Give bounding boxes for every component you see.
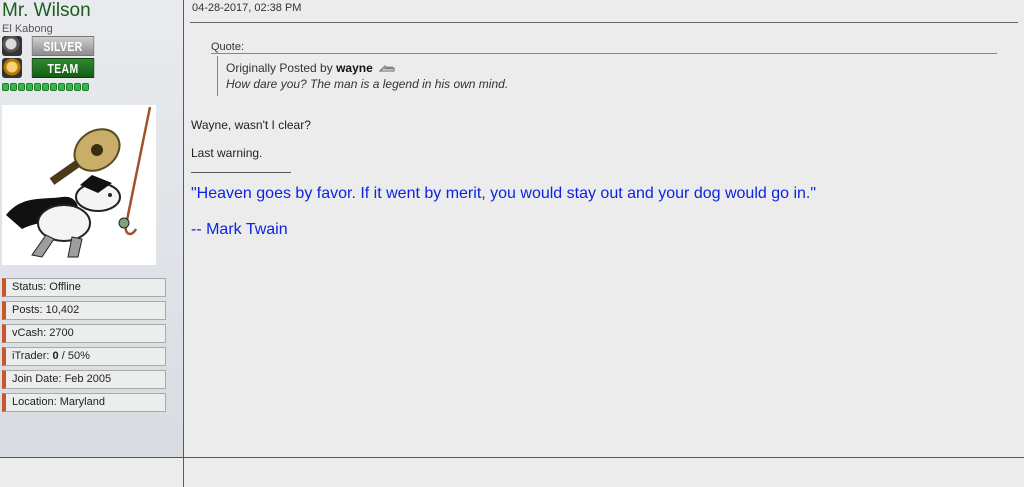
view-post-icon[interactable] (378, 62, 395, 76)
username-link[interactable]: Mr. Wilson (2, 0, 91, 22)
post-footer-divider (0, 457, 1024, 458)
quote-divider (211, 53, 997, 54)
info-vcash: vCash: 2700 (2, 324, 166, 343)
post-date: 04-28-2017, 02:38 PM (192, 2, 302, 14)
rank-silver-label: SILVER (31, 36, 95, 56)
reputation-dot (34, 83, 41, 91)
el-kabong-avatar-icon (6, 106, 152, 258)
reputation-dot (50, 83, 57, 91)
rank-team-label: TEAM (31, 58, 95, 78)
quote-label: Quote: (211, 41, 245, 53)
info-status: Status: Offline (2, 278, 166, 297)
silver-rank-icon (2, 36, 22, 56)
reputation-dot (66, 83, 73, 91)
info-itrader: iTrader: 0 / 50% (2, 347, 166, 366)
reputation-dot (42, 83, 49, 91)
signature-divider (191, 172, 291, 173)
reputation-dot (18, 83, 25, 91)
itrader-suffix: / 50% (58, 350, 90, 362)
user-sidebar: Mr. Wilson El Kabong SILVER TEAM Status:… (0, 0, 183, 458)
reputation-dot (10, 83, 17, 91)
team-rank-icon (2, 58, 22, 78)
info-posts: Posts: 10,402 (2, 301, 166, 320)
user-title: El Kabong (2, 23, 53, 35)
column-divider (183, 0, 184, 487)
info-location: Location: Maryland (2, 393, 166, 412)
rank-team: TEAM (2, 58, 102, 78)
signature-attribution: -- Mark Twain (191, 221, 288, 238)
user-avatar[interactable] (2, 105, 156, 265)
info-join-date: Join Date: Feb 2005 (2, 370, 166, 389)
rank-silver: SILVER (2, 36, 102, 56)
quote-author: wayne (336, 61, 373, 75)
signature-quote: "Heaven goes by favor. If it went by mer… (191, 185, 817, 202)
itrader-prefix: iTrader: (12, 350, 53, 362)
post-body-line-2: Last warning. (191, 146, 263, 160)
quote-text: How dare you? The man is a legend in his… (226, 77, 509, 91)
reputation-dots (2, 83, 89, 91)
post-body-line-1: Wayne, wasn't I clear? (191, 118, 311, 132)
quote-author-line: Originally Posted by wayne (226, 61, 395, 76)
reputation-dot (82, 83, 89, 91)
post-header-divider (190, 22, 1018, 23)
reputation-dot (58, 83, 65, 91)
quote-box: Originally Posted by wayne How dare you?… (217, 56, 998, 96)
quote-posted-by: Originally Posted by (226, 61, 337, 75)
reputation-dot (74, 83, 81, 91)
reputation-dot (2, 83, 9, 91)
reputation-dot (26, 83, 33, 91)
